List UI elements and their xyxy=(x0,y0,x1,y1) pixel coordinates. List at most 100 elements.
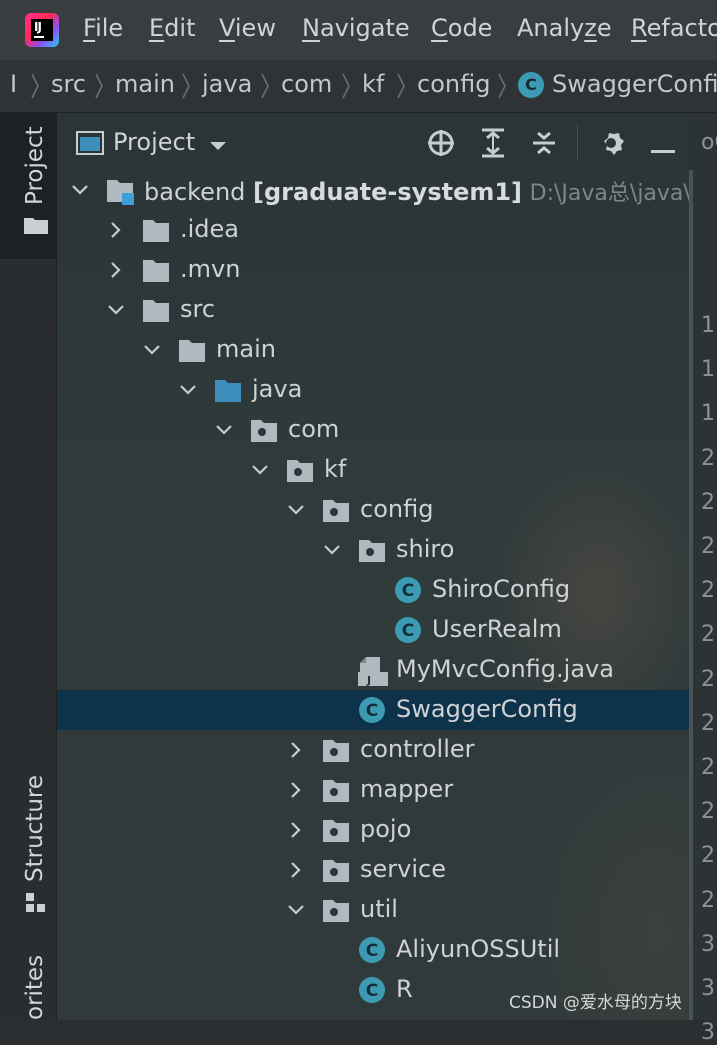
line-number: 2 xyxy=(701,534,715,559)
tree-folder-row[interactable]: src xyxy=(57,290,689,330)
tree-item-project-name: [graduate-system1] xyxy=(253,178,523,206)
tree-item-name: MyMvcConfig.java xyxy=(396,655,614,683)
breadcrumb-item[interactable]: java xyxy=(202,70,252,98)
chevron-right-icon[interactable] xyxy=(286,740,306,760)
tree-file-row[interactable]: C AliyunOSSUtil xyxy=(57,930,689,970)
favorites-tool-label[interactable]: orites xyxy=(22,955,48,1020)
breadcrumb-item[interactable]: src xyxy=(51,70,86,98)
chevron-right-icon[interactable] xyxy=(106,260,126,280)
chevron-right-icon xyxy=(30,72,40,99)
chevron-down-icon[interactable] xyxy=(106,300,126,320)
line-number: 1 xyxy=(701,357,715,383)
tree-item-name: config xyxy=(360,495,434,523)
tree-item-name: service xyxy=(360,855,446,883)
tree-file-row[interactable]: C ShiroConfig xyxy=(57,570,689,610)
chevron-down-icon[interactable] xyxy=(178,380,198,400)
tree-item-name: java xyxy=(252,375,303,403)
header-divider xyxy=(577,124,578,160)
class-icon: C xyxy=(394,576,422,604)
menu-item-mnemonic: E xyxy=(149,14,165,42)
menu-item-prefix: Analy xyxy=(517,14,585,42)
package-icon xyxy=(250,416,278,444)
chevron-right-icon[interactable] xyxy=(286,860,306,880)
tree-item-name: mapper xyxy=(360,775,454,803)
menu-item-0[interactable]: File xyxy=(83,14,123,42)
minimize-icon[interactable] xyxy=(651,140,675,153)
tree-folder-row[interactable]: kf xyxy=(57,450,689,490)
menu-item-3[interactable]: Navigate xyxy=(302,14,410,42)
expand-all-icon[interactable] xyxy=(480,127,506,159)
editor-gutter xyxy=(689,113,717,1020)
line-number: 3 xyxy=(701,976,715,1001)
tree-folder-row[interactable]: service xyxy=(57,850,689,890)
svg-text:C: C xyxy=(366,701,378,721)
gear-icon[interactable] xyxy=(597,129,625,157)
chevron-down-icon[interactable] xyxy=(214,420,234,440)
panel-scrollbar[interactable] xyxy=(689,170,693,1020)
package-icon xyxy=(322,856,350,884)
chevron-down-icon[interactable] xyxy=(208,138,228,152)
chevron-down-icon[interactable] xyxy=(322,540,342,560)
menu-item-1[interactable]: Edit xyxy=(149,14,195,42)
menu-item-6[interactable]: Refacto xyxy=(631,14,717,42)
menu-item-rest: iew xyxy=(234,14,276,42)
structure-icon xyxy=(26,893,46,913)
tree-item-label: UserRealm xyxy=(432,615,562,643)
tree-folder-row[interactable]: pojo xyxy=(57,810,689,850)
menu-item-4[interactable]: Code xyxy=(431,14,492,42)
svg-text:C: C xyxy=(366,981,378,1001)
tree-folder-row[interactable]: controller xyxy=(57,730,689,770)
chevron-right-icon[interactable] xyxy=(106,220,126,240)
project-tool-label[interactable]: Project xyxy=(22,126,48,205)
tree-item-name: shiro xyxy=(396,535,455,563)
breadcrumb-current[interactable]: C SwaggerConfig xyxy=(518,70,717,98)
tree-item-label: kf xyxy=(324,455,346,483)
package-icon xyxy=(322,776,350,804)
tree-folder-row[interactable]: backend [graduate-system1] D:\Java总\java… xyxy=(57,170,713,210)
collapse-all-icon[interactable] xyxy=(531,127,557,159)
locate-target-icon[interactable] xyxy=(426,128,456,158)
line-number: 2 xyxy=(701,622,715,648)
menu-item-5[interactable]: Analyze xyxy=(517,14,612,42)
chevron-right-icon[interactable] xyxy=(286,780,306,800)
menu-item-rest: ile xyxy=(95,14,124,42)
chevron-down-icon[interactable] xyxy=(286,500,306,520)
tree-folder-row[interactable]: shiro xyxy=(57,530,689,570)
chevron-down-icon[interactable] xyxy=(286,900,306,920)
tree-folder-row[interactable]: .idea xyxy=(57,210,689,250)
class-icon: C xyxy=(518,72,544,98)
chevron-down-icon[interactable] xyxy=(70,180,90,200)
tree-folder-row[interactable]: mapper xyxy=(57,770,689,810)
tree-folder-row[interactable]: main xyxy=(57,330,689,370)
tree-folder-row[interactable]: .mvn xyxy=(57,250,689,290)
chevron-right-icon[interactable] xyxy=(286,820,306,840)
breadcrumb-item[interactable]: com xyxy=(281,70,332,98)
structure-tool-label[interactable]: Structure xyxy=(22,775,48,882)
tree-file-row[interactable]: J MyMvcConfig.java xyxy=(57,650,689,690)
tree-item-label: config xyxy=(360,495,433,523)
folder-icon xyxy=(178,336,206,364)
tree-item-name: UserRealm xyxy=(432,615,562,643)
tree-folder-row[interactable]: com xyxy=(57,410,689,450)
chevron-right-icon xyxy=(396,72,406,99)
class-icon: C xyxy=(358,976,386,1004)
line-number: 2 xyxy=(701,887,715,913)
chevron-down-icon[interactable] xyxy=(142,340,162,360)
tree-folder-row[interactable]: config xyxy=(57,490,689,530)
breadcrumb-item[interactable]: config xyxy=(417,70,490,98)
menu-item-rest: avigate xyxy=(319,14,410,42)
breadcrumb-item[interactable]: main xyxy=(115,70,175,98)
tree-folder-row[interactable]: java xyxy=(57,370,689,410)
editor-tab-fragment: oC xyxy=(701,130,717,155)
menu-item-2[interactable]: View xyxy=(219,14,276,42)
project-view-title[interactable]: Project xyxy=(113,128,195,156)
watermark: CSDN @爱水母的方块 xyxy=(509,993,682,1013)
tree-file-row[interactable]: C SwaggerConfig xyxy=(57,690,689,730)
menu-item-mnemonic: z xyxy=(584,14,597,42)
tree-folder-row[interactable]: util xyxy=(57,890,689,930)
chevron-down-icon[interactable] xyxy=(250,460,270,480)
tree-file-row[interactable]: C UserRealm xyxy=(57,610,689,650)
tree-item-label: shiro xyxy=(396,535,454,563)
breadcrumb-item[interactable]: kf xyxy=(362,70,384,98)
module-folder-icon xyxy=(106,176,134,205)
